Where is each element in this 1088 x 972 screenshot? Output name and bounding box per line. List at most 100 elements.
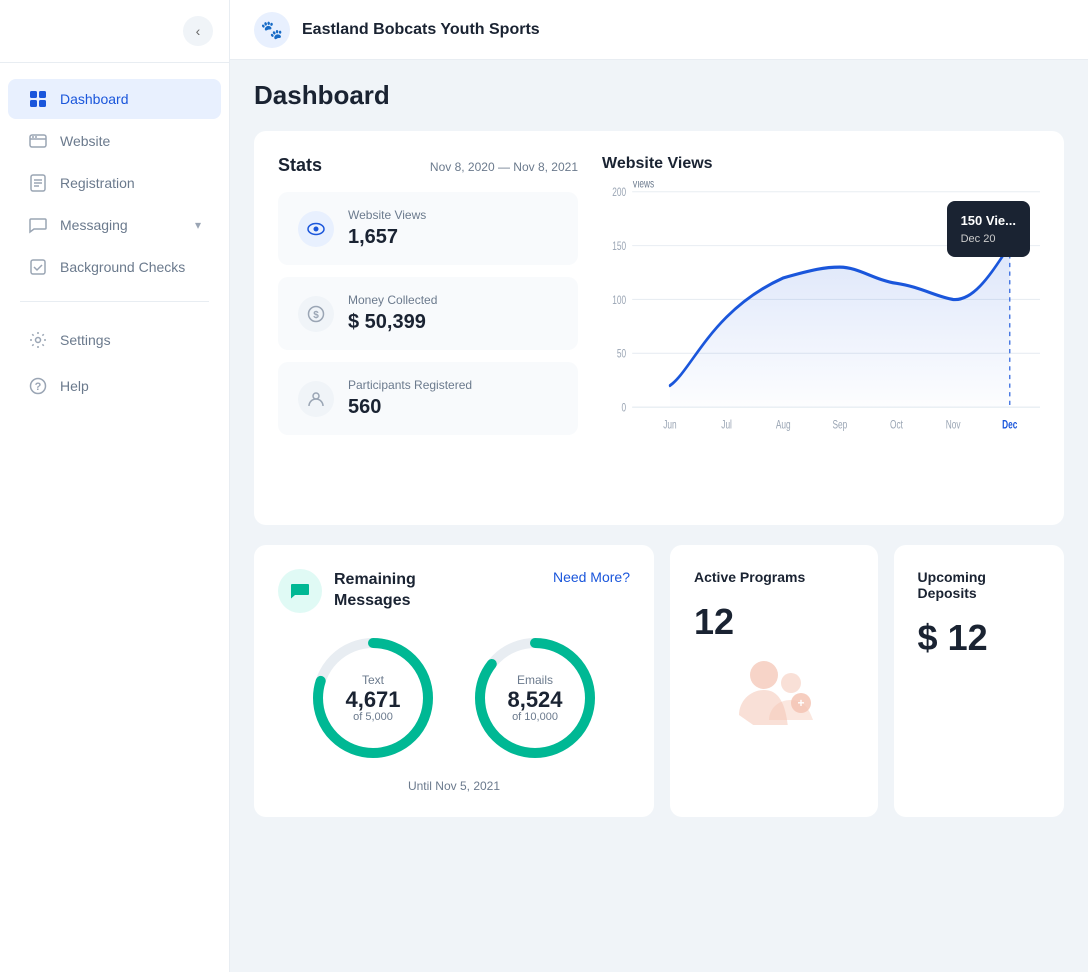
sidebar-item-messaging[interactable]: Messaging ▾: [8, 205, 221, 245]
svg-text:200: 200: [612, 187, 626, 200]
sidebar-item-label-help: Help: [60, 378, 89, 394]
money-value: $ 50,399: [348, 311, 437, 334]
active-programs-card: Active Programs 12 +: [670, 545, 878, 817]
text-messages-circle: Text 4,671 of 5,000: [308, 633, 438, 763]
stats-header: Stats Nov 8, 2020 — Nov 8, 2021: [278, 155, 578, 176]
circles-row: Text 4,671 of 5,000: [278, 633, 630, 763]
participants-icon: [298, 381, 334, 417]
svg-text:Jun: Jun: [663, 419, 677, 432]
svg-text:Aug: Aug: [776, 419, 791, 432]
email-messages-circle: Emails 8,524 of 10,000: [470, 633, 600, 763]
stat-card-views: Website Views 1,657: [278, 192, 578, 265]
svg-text:100: 100: [612, 295, 626, 308]
participants-value: 560: [348, 396, 472, 419]
chart-container: 150 Vie... Dec 20 200 150 100: [602, 181, 1040, 501]
help-icon: ?: [28, 376, 48, 396]
stat-card-money-content: Money Collected $ 50,399: [348, 293, 437, 334]
sidebar-item-label-background-checks: Background Checks: [60, 259, 185, 275]
text-circle-content: Text 4,671 of 5,000: [345, 673, 400, 723]
until-date: Until Nov 5, 2021: [278, 779, 630, 793]
stats-section: Stats Nov 8, 2020 — Nov 8, 2021 W: [254, 131, 1064, 525]
text-value: 4,671: [345, 689, 400, 711]
background-checks-icon: [28, 257, 48, 277]
svg-text:Dec: Dec: [1002, 419, 1017, 432]
sidebar-item-label-dashboard: Dashboard: [60, 91, 129, 107]
stat-card-views-content: Website Views 1,657: [348, 208, 426, 249]
sidebar-header: ‹: [0, 0, 229, 63]
chart-title: Website Views: [602, 155, 1040, 173]
sidebar: ‹ Dashboard: [0, 0, 230, 972]
sidebar-item-label-messaging: Messaging: [60, 217, 128, 233]
stats-date-range: Nov 8, 2020 — Nov 8, 2021: [430, 160, 578, 174]
org-name: Eastland Bobcats Youth Sports: [302, 21, 540, 39]
svg-text:0: 0: [622, 402, 627, 415]
settings-icon: [28, 330, 48, 350]
text-of: of 5,000: [345, 711, 400, 723]
views-label: Website Views: [348, 208, 426, 222]
upcoming-deposits-card: Upcoming Deposits $ 12: [894, 545, 1064, 817]
org-logo: 🐾: [254, 12, 290, 48]
sidebar-nav: Dashboard Website: [0, 63, 229, 422]
sidebar-item-registration[interactable]: Registration: [8, 163, 221, 203]
page-title: Dashboard: [254, 80, 1064, 111]
tooltip-value: 150 Vie...: [961, 211, 1016, 231]
upcoming-deposits-value: $ 12: [918, 617, 1040, 659]
money-icon: $: [298, 296, 334, 332]
svg-text:$: $: [313, 310, 319, 321]
chart-section: Website Views 150 Vie... Dec 20: [602, 155, 1040, 501]
svg-text:Views: Views: [632, 181, 654, 191]
views-value: 1,657: [348, 226, 426, 249]
stat-card-participants: Participants Registered 560: [278, 362, 578, 435]
messages-icon: [278, 569, 322, 613]
views-icon: [298, 211, 334, 247]
email-value: 8,524: [507, 689, 562, 711]
email-circle-wrapper: Emails 8,524 of 10,000: [470, 633, 600, 763]
topbar: 🐾 Eastland Bobcats Youth Sports: [230, 0, 1088, 60]
stat-cards: Website Views 1,657 $ Mo: [278, 192, 578, 435]
active-programs-title: Active Programs: [694, 569, 854, 585]
stats-title: Stats: [278, 155, 322, 176]
messaging-icon: [28, 215, 48, 235]
sidebar-item-label-settings: Settings: [60, 332, 111, 348]
website-icon: [28, 131, 48, 151]
svg-text:?: ?: [35, 381, 42, 393]
sidebar-item-help[interactable]: ? Help: [8, 366, 221, 406]
sidebar-item-background-checks[interactable]: Background Checks: [8, 247, 221, 287]
stat-card-participants-content: Participants Registered 560: [348, 378, 472, 419]
email-label: Emails: [507, 673, 562, 687]
collapse-sidebar-button[interactable]: ‹: [183, 16, 213, 46]
upcoming-deposits-title: Upcoming Deposits: [918, 569, 1040, 601]
messages-card: Remaining Messages Need More?: [254, 545, 654, 817]
svg-text:50: 50: [617, 348, 626, 361]
svg-text:Nov: Nov: [946, 419, 961, 432]
svg-text:🐾: 🐾: [261, 20, 283, 40]
sidebar-item-dashboard[interactable]: Dashboard: [8, 79, 221, 119]
chart-tooltip: 150 Vie... Dec 20: [947, 201, 1030, 257]
messages-title-row: Remaining Messages: [278, 569, 416, 613]
dashboard-icon: [28, 89, 48, 109]
text-circle-wrapper: Text 4,671 of 5,000: [308, 633, 438, 763]
programs-user-icon: +: [694, 655, 854, 737]
sidebar-item-website[interactable]: Website: [8, 121, 221, 161]
main-content: 🐾 Eastland Bobcats Youth Sports Dashboar…: [230, 0, 1088, 972]
svg-text:+: +: [797, 696, 804, 710]
svg-text:150: 150: [612, 241, 626, 254]
svg-text:Oct: Oct: [890, 419, 903, 432]
email-circle-content: Emails 8,524 of 10,000: [507, 673, 562, 723]
messaging-chevron-icon: ▾: [195, 218, 201, 232]
sidebar-item-label-website: Website: [60, 133, 110, 149]
messages-title: Remaining Messages: [334, 570, 416, 612]
email-of: of 10,000: [507, 711, 562, 723]
money-label: Money Collected: [348, 293, 437, 307]
sidebar-divider: [20, 301, 209, 302]
stats-left: Stats Nov 8, 2020 — Nov 8, 2021 W: [278, 155, 578, 501]
need-more-link[interactable]: Need More?: [553, 569, 630, 585]
registration-icon: [28, 173, 48, 193]
participants-label: Participants Registered: [348, 378, 472, 392]
messages-header: Remaining Messages Need More?: [278, 569, 630, 613]
sidebar-item-label-registration: Registration: [60, 175, 135, 191]
bottom-row: Remaining Messages Need More?: [254, 545, 1064, 817]
sidebar-item-settings[interactable]: Settings: [8, 320, 221, 360]
svg-text:Sep: Sep: [832, 419, 847, 432]
text-label: Text: [345, 673, 400, 687]
